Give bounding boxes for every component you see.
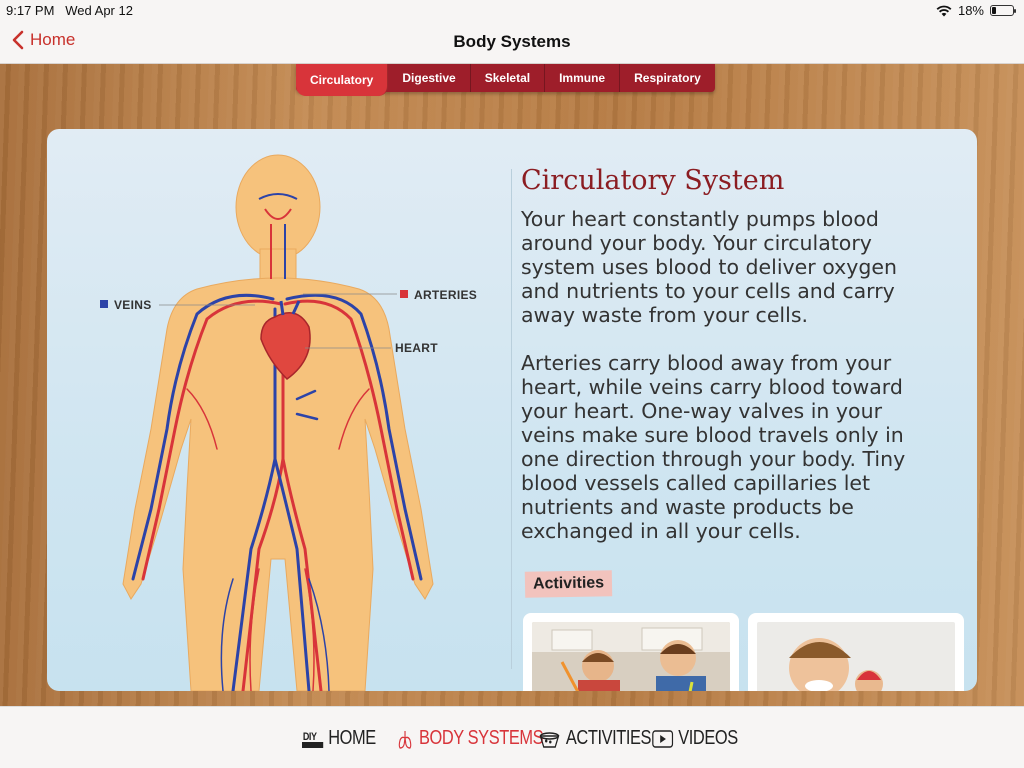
bottom-nav-videos[interactable]: VIDEOS bbox=[652, 727, 738, 750]
page-title: Body Systems bbox=[453, 32, 571, 51]
paragraph-1: Your heart constantly pumps blood around… bbox=[521, 207, 898, 327]
bottom-nav-activities-label: ACTIVITIES bbox=[565, 727, 652, 749]
body-diagram bbox=[100, 154, 434, 691]
battery-icon bbox=[990, 5, 1016, 16]
status-date: Wed Apr 12 bbox=[65, 3, 133, 18]
bottom-tab-bar: DIY HOME BODY SYSTEMS ACTIVITIES VIDEOS bbox=[0, 706, 1024, 768]
tab-digestive[interactable]: Digestive bbox=[388, 64, 471, 92]
section-title: Circulatory System bbox=[521, 165, 785, 196]
battery-percent: 18% bbox=[957, 3, 984, 18]
bottom-nav-body-systems-label: BODY SYSTEMS bbox=[418, 727, 544, 749]
status-bar: 9:17 PM Wed Apr 12 18% bbox=[0, 0, 1024, 20]
lungs-icon bbox=[398, 730, 412, 749]
arteries-legend-swatch bbox=[400, 290, 408, 298]
system-tabs: Circulatory Digestive Skeletal Immune Re… bbox=[296, 64, 715, 96]
bottom-nav-videos-label: VIDEOS bbox=[678, 727, 738, 749]
bottom-nav-home[interactable]: DIY HOME bbox=[302, 727, 376, 750]
veins-legend-swatch bbox=[100, 300, 108, 308]
activity-photo-1 bbox=[532, 622, 730, 691]
content-card: VEINS ARTERIES HEART Circulatory System … bbox=[47, 129, 977, 691]
activity-photo-2 bbox=[757, 622, 955, 691]
top-bar: 9:17 PM Wed Apr 12 18% Home Body Systems bbox=[0, 0, 1024, 64]
wifi-icon bbox=[936, 5, 952, 16]
bowl-icon bbox=[539, 731, 560, 748]
bottom-nav-body-systems[interactable]: BODY SYSTEMS bbox=[396, 727, 544, 750]
body-silhouette bbox=[122, 154, 434, 691]
label-veins: VEINS bbox=[114, 298, 152, 312]
status-right: 18% bbox=[936, 3, 1016, 18]
tab-circulatory[interactable]: Circulatory bbox=[296, 64, 389, 96]
svg-text:DIY: DIY bbox=[303, 731, 317, 743]
diy-logo-icon: DIY bbox=[302, 731, 324, 748]
bottom-nav-activities[interactable]: ACTIVITIES bbox=[538, 727, 651, 750]
activity-card-2[interactable] bbox=[748, 613, 964, 691]
circulatory-illustration: VEINS ARTERIES HEART bbox=[47, 129, 511, 691]
label-heart: HEART bbox=[395, 341, 438, 355]
column-divider bbox=[511, 169, 512, 669]
status-time: 9:17 PM Wed Apr 12 bbox=[6, 3, 133, 18]
activity-card-1[interactable] bbox=[523, 613, 739, 691]
tab-immune[interactable]: Immune bbox=[545, 64, 621, 92]
bottom-nav-home-label: HOME bbox=[328, 727, 376, 749]
tab-respiratory[interactable]: Respiratory bbox=[620, 64, 715, 92]
play-icon bbox=[652, 729, 674, 748]
paragraph-2: Arteries carry blood away from your hear… bbox=[521, 351, 906, 543]
activities-heading: Activities bbox=[524, 570, 613, 598]
tab-skeletal[interactable]: Skeletal bbox=[471, 64, 546, 92]
label-arteries: ARTERIES bbox=[414, 288, 478, 302]
